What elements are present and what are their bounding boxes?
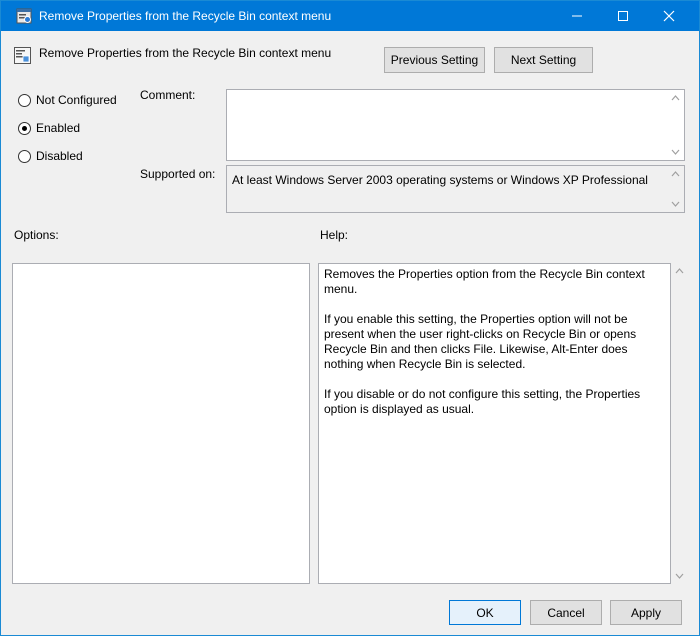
help-paragraph: If you disable or do not configure this … xyxy=(324,387,641,416)
help-paragraph: If you enable this setting, the Properti… xyxy=(324,312,637,371)
scroll-up-icon[interactable] xyxy=(671,95,680,101)
radio-circle[interactable] xyxy=(18,93,31,107)
minimize-button[interactable] xyxy=(554,1,600,31)
cancel-button[interactable]: Cancel xyxy=(530,600,602,625)
scroll-down-icon[interactable] xyxy=(675,573,684,579)
policy-dialog-window: Remove Properties from the Recycle Bin c… xyxy=(0,0,700,636)
supported-scrollbar[interactable] xyxy=(667,166,684,212)
policy-window-icon xyxy=(16,8,32,24)
scroll-up-icon[interactable] xyxy=(671,171,680,177)
supported-on-field: At least Windows Server 2003 operating s… xyxy=(226,165,685,213)
scroll-down-icon[interactable] xyxy=(671,149,680,155)
help-scrollbar[interactable] xyxy=(671,263,688,584)
minimize-icon xyxy=(572,15,582,17)
radio-enabled[interactable]: Enabled xyxy=(18,121,80,135)
help-text: Removes the Properties option from the R… xyxy=(324,267,654,432)
comment-textarea[interactable] xyxy=(226,89,685,161)
radio-disabled[interactable]: Disabled xyxy=(18,149,83,163)
comment-label: Comment: xyxy=(140,88,196,102)
radio-label[interactable]: Disabled xyxy=(36,149,83,163)
window-title: Remove Properties from the Recycle Bin c… xyxy=(39,9,332,23)
maximize-icon xyxy=(618,11,628,21)
options-panel xyxy=(12,263,310,584)
help-label: Help: xyxy=(320,228,349,242)
radio-circle-selected[interactable] xyxy=(18,121,31,135)
comment-scrollbar[interactable] xyxy=(667,90,684,160)
next-setting-button[interactable]: Next Setting xyxy=(494,47,593,73)
supported-on-label: Supported on: xyxy=(140,167,216,181)
policy-setting-icon xyxy=(14,47,31,64)
radio-label[interactable]: Enabled xyxy=(36,121,80,135)
radio-circle[interactable] xyxy=(18,149,31,163)
supported-on-value: At least Windows Server 2003 operating s… xyxy=(232,173,648,187)
ok-button[interactable]: OK xyxy=(449,600,521,625)
radio-selected-dot xyxy=(22,125,27,131)
help-panel: Removes the Properties option from the R… xyxy=(318,263,671,584)
maximize-button[interactable] xyxy=(600,1,646,31)
scroll-down-icon[interactable] xyxy=(671,201,680,207)
close-button[interactable] xyxy=(646,1,692,31)
radio-label[interactable]: Not Configured xyxy=(36,93,117,107)
title-bar[interactable]: Remove Properties from the Recycle Bin c… xyxy=(1,1,699,31)
previous-setting-button[interactable]: Previous Setting xyxy=(384,47,485,73)
radio-not-configured[interactable]: Not Configured xyxy=(18,93,117,107)
scroll-up-icon[interactable] xyxy=(675,268,684,274)
setting-title: Remove Properties from the Recycle Bin c… xyxy=(39,46,332,60)
apply-button[interactable]: Apply xyxy=(610,600,682,625)
help-paragraph: Removes the Properties option from the R… xyxy=(324,267,645,296)
options-label: Options: xyxy=(14,228,59,242)
close-icon xyxy=(663,10,675,22)
